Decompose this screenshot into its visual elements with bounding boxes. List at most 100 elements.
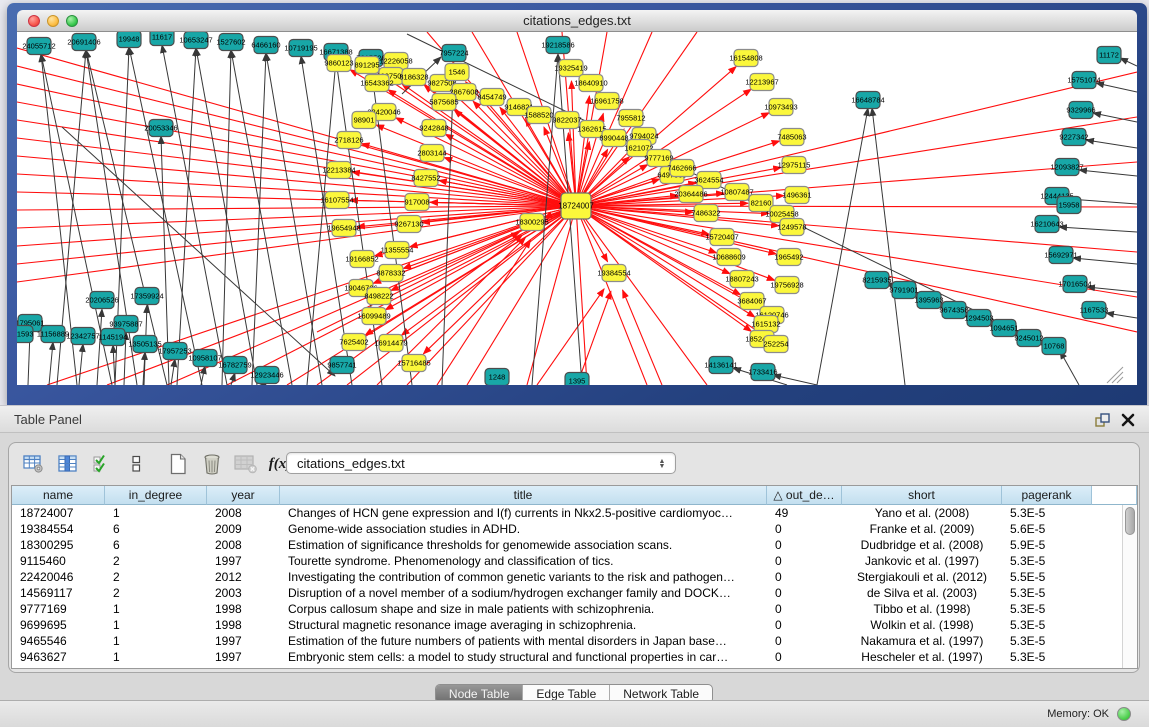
network-node[interactable]: 5875685: [429, 94, 458, 111]
network-node[interactable]: 10719195: [284, 40, 317, 57]
network-node[interactable]: 15692971: [1044, 247, 1077, 264]
network-node[interactable]: 18724007: [558, 193, 594, 219]
table-row[interactable]: 1938455462009Genome-wide association stu…: [12, 521, 1137, 537]
network-node[interactable]: 10958107: [188, 350, 221, 367]
network-node[interactable]: 10653247: [179, 32, 212, 49]
network-node[interactable]: 7957224: [439, 45, 468, 62]
network-node[interactable]: 6466160: [251, 37, 280, 54]
table-row[interactable]: 1872400712008Changes of HCN gene express…: [12, 505, 1137, 521]
network-node[interactable]: 391593: [17, 326, 34, 343]
row-height-icon[interactable]: [121, 450, 151, 478]
network-node[interactable]: 16099489: [357, 308, 390, 325]
network-node[interactable]: 1965492: [774, 249, 803, 266]
network-node[interactable]: 2718126: [334, 132, 363, 149]
select-rows-icon[interactable]: [87, 450, 117, 478]
network-node[interactable]: 7485063: [777, 129, 806, 146]
network-node[interactable]: 16210643: [1030, 216, 1063, 233]
network-node[interactable]: 16914479: [374, 335, 407, 352]
column-header-name[interactable]: name: [12, 486, 105, 505]
network-node[interactable]: 252254: [763, 336, 788, 353]
network-node[interactable]: 1167533: [1080, 302, 1109, 319]
table-scrollbar[interactable]: [1122, 505, 1137, 668]
network-node[interactable]: 10973493: [764, 99, 797, 116]
network-node[interactable]: 15716485: [397, 355, 430, 372]
network-node[interactable]: 20691406: [67, 34, 100, 51]
network-node[interactable]: 19948: [117, 32, 141, 48]
network-node[interactable]: 1546: [445, 64, 469, 81]
network-node[interactable]: 10688609: [712, 249, 745, 266]
network-node[interactable]: 9267130: [394, 216, 423, 233]
network-graph[interactable]: 2405571220691406199481161710653247152760…: [17, 32, 1137, 385]
new-column-icon[interactable]: [163, 450, 193, 478]
network-node[interactable]: 20364486: [674, 186, 707, 203]
zoom-window-button[interactable]: [66, 15, 78, 27]
network-node[interactable]: 15751074: [1067, 72, 1100, 89]
network-node[interactable]: 11617: [150, 32, 174, 46]
table-selector-dropdown[interactable]: citations_edges.txt ▲▼: [286, 452, 676, 474]
network-node[interactable]: 12213384: [322, 162, 355, 179]
network-node[interactable]: 7486322: [691, 205, 720, 222]
table-mode-icon[interactable]: [19, 450, 49, 478]
network-node[interactable]: 17957253: [158, 343, 191, 360]
network-node[interactable]: 8878332: [376, 265, 405, 282]
network-node[interactable]: 1588520: [524, 107, 553, 124]
network-node[interactable]: 9242848: [419, 120, 448, 137]
network-node[interactable]: 1733416: [748, 364, 777, 381]
network-node[interactable]: 17359924: [130, 288, 163, 305]
network-node[interactable]: 98901: [352, 112, 376, 129]
network-node[interactable]: 2803144: [417, 145, 446, 162]
network-node[interactable]: 18807243: [725, 271, 758, 288]
network-node[interactable]: 7625402: [339, 334, 368, 351]
network-node[interactable]: 1496361: [782, 187, 811, 204]
network-node[interactable]: 9245012: [1014, 330, 1043, 347]
column-header-year[interactable]: year: [207, 486, 280, 505]
minimize-window-button[interactable]: [47, 15, 59, 27]
network-node[interactable]: 12923446: [250, 367, 283, 384]
network-node[interactable]: 15958: [1057, 197, 1081, 214]
column-header-pagerank[interactable]: pagerank: [1002, 486, 1092, 505]
table-row[interactable]: 977716911998Corpus callosum shape and si…: [12, 601, 1137, 617]
network-node[interactable]: 9860123: [324, 55, 353, 72]
network-node[interactable]: 1527602: [216, 34, 245, 51]
column-visibility-icon[interactable]: [53, 450, 83, 478]
column-header-in_degree[interactable]: in_degree: [105, 486, 207, 505]
network-node[interactable]: 8498222: [364, 288, 393, 305]
network-node[interactable]: 917008: [404, 194, 429, 211]
network-node[interactable]: 8186328: [399, 69, 428, 86]
network-node[interactable]: 12342757: [66, 328, 99, 345]
column-header-short[interactable]: short: [842, 486, 1002, 505]
close-window-button[interactable]: [28, 15, 40, 27]
network-node[interactable]: 7462666: [667, 160, 696, 177]
float-panel-icon[interactable]: [1093, 411, 1111, 429]
network-node[interactable]: 20206526: [85, 292, 118, 309]
network-node[interactable]: 12093827: [1050, 159, 1083, 176]
resize-grip-icon[interactable]: [1107, 367, 1123, 383]
network-node[interactable]: 8215935: [862, 272, 891, 289]
table-row[interactable]: 1456911722003Disruption of a novel membe…: [12, 585, 1137, 601]
column-header-title[interactable]: title: [280, 486, 767, 505]
window-titlebar[interactable]: citations_edges.txt: [17, 10, 1137, 32]
network-node[interactable]: 19384554: [597, 265, 630, 282]
network-node[interactable]: 12975115: [778, 157, 811, 174]
network-node[interactable]: 11156889: [37, 326, 69, 343]
network-node[interactable]: 1145194: [99, 329, 128, 346]
network-node[interactable]: 16648784: [851, 92, 884, 109]
network-node[interactable]: 19756928: [770, 277, 803, 294]
table-row[interactable]: 2242004622012Investigating the contribut…: [12, 569, 1137, 585]
table-row[interactable]: 1830029562008Estimation of significance …: [12, 537, 1137, 553]
table-row[interactable]: 946362711997Embryonic stem cells: a mode…: [12, 649, 1137, 665]
network-node[interactable]: 16154808: [729, 50, 762, 67]
network-node[interactable]: 1395: [565, 373, 589, 386]
network-node[interactable]: 16961758: [590, 93, 623, 110]
network-node[interactable]: 18640910: [574, 75, 607, 92]
network-node[interactable]: 18300295: [515, 214, 548, 231]
network-node[interactable]: 7955812: [616, 110, 645, 127]
network-node[interactable]: 8427552: [411, 170, 440, 187]
network-node[interactable]: 1248: [485, 369, 509, 386]
network-node[interactable]: 9227342: [1059, 129, 1088, 146]
network-node[interactable]: 1249578: [777, 219, 806, 236]
network-node[interactable]: 11355554: [381, 242, 414, 259]
network-node[interactable]: 9857741: [327, 357, 356, 374]
memory-ok-led-icon[interactable]: [1117, 707, 1131, 721]
network-node[interactable]: 19218586: [541, 37, 574, 54]
